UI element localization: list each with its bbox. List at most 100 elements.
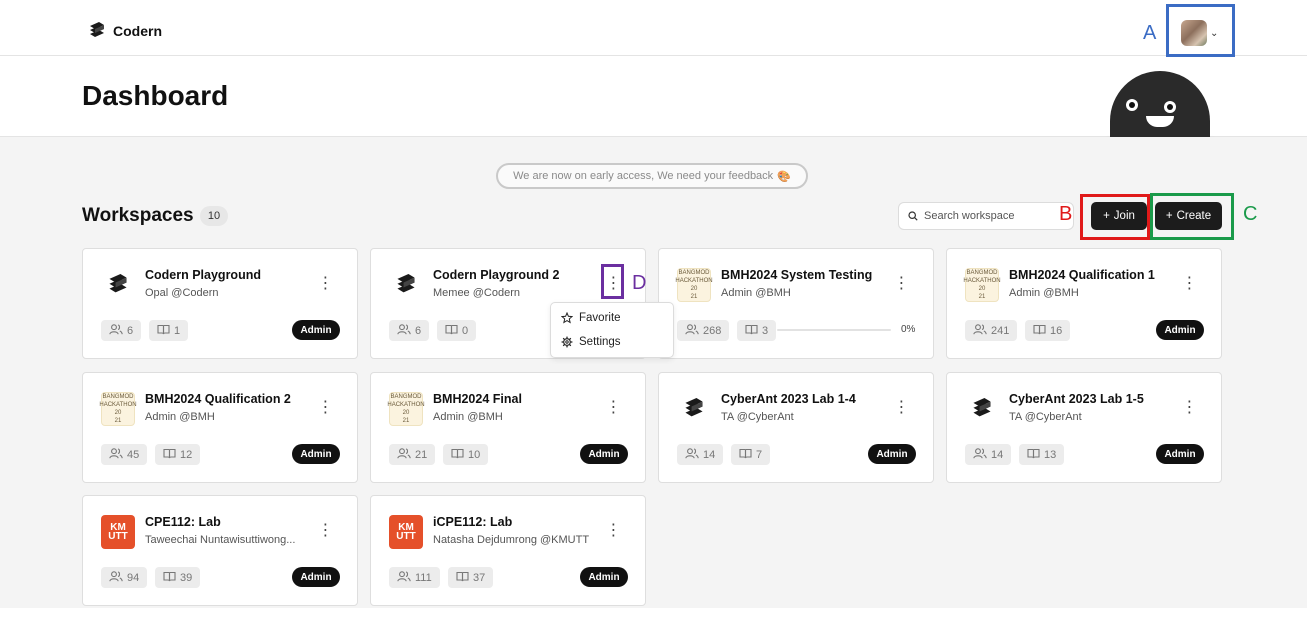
brand-name: Codern	[113, 23, 162, 39]
search-workspace[interactable]	[898, 202, 1074, 230]
more-options-icon[interactable]: ⋮	[1179, 272, 1199, 294]
workspace-owner: Taweechai Nuntawisuttiwong...	[145, 534, 296, 546]
workspace-card[interactable]: BANGMOD HACKATHON 20 21 BMH2024 System Testi…	[658, 248, 934, 359]
problems-count-pill: 13	[1019, 444, 1065, 465]
book-icon	[456, 571, 469, 585]
role-badge: Admin	[292, 320, 340, 340]
members-count-pill: 14	[965, 444, 1012, 465]
users-icon	[109, 323, 123, 338]
search-input[interactable]	[924, 210, 1064, 222]
create-button[interactable]: + Create	[1155, 202, 1222, 230]
workspace-name: Codern Playground 2	[433, 268, 560, 282]
more-options-icon[interactable]: ⋮	[603, 519, 623, 541]
workspaces-heading: Workspaces	[82, 205, 194, 226]
members-count-pill: 14	[677, 444, 724, 465]
menu-item-settings[interactable]: Settings	[561, 333, 621, 351]
more-options-icon[interactable]: ⋮	[315, 272, 335, 294]
more-options-icon[interactable]: ⋮	[315, 519, 335, 541]
workspace-card[interactable]: CyberAnt 2023 Lab 1-5 TA @CyberAnt ⋮ 14 13 Ad…	[946, 372, 1222, 483]
problems-count: 13	[1044, 448, 1057, 461]
more-options-icon[interactable]: ⋮	[891, 396, 911, 418]
members-count: 45	[127, 448, 140, 461]
problems-count: 16	[1050, 324, 1063, 337]
problems-count-pill: 1	[149, 320, 189, 341]
workspace-name: CPE112: Lab	[145, 515, 221, 529]
members-count-pill: 111	[389, 567, 440, 588]
members-count: 14	[703, 448, 716, 461]
more-options-icon[interactable]: ⋮	[1179, 396, 1199, 418]
page-title: Dashboard	[82, 80, 229, 111]
problems-count-pill: 37	[448, 567, 494, 588]
users-icon	[397, 323, 411, 338]
members-count-pill: 45	[101, 444, 148, 465]
role-badge: Admin	[1156, 320, 1204, 340]
workspace-card[interactable]: KM UTT iCPE112: Lab Natasha Dejdumrong @KMU…	[370, 495, 646, 606]
members-count-pill: 6	[389, 320, 430, 341]
users-icon	[973, 447, 987, 462]
workspace-owner: TA @CyberAnt	[1009, 411, 1082, 423]
more-options-icon[interactable]: ⋮	[603, 272, 623, 294]
workspace-logo-codern	[101, 268, 135, 302]
role-badge: Admin	[292, 567, 340, 587]
users-icon	[397, 447, 411, 462]
more-options-icon[interactable]: ⋮	[891, 272, 911, 294]
star-icon	[561, 312, 573, 324]
workspace-logo-bmh: BANGMOD HACKATHON 20 21	[963, 268, 1001, 302]
workspace-owner: TA @CyberAnt	[721, 411, 794, 423]
search-icon	[908, 211, 918, 221]
bmh-logo-text: HACKATHON	[675, 278, 713, 284]
members-count: 241	[991, 324, 1010, 337]
book-icon	[163, 448, 176, 462]
brand[interactable]: Codern	[88, 22, 162, 40]
workspace-logo-codern	[389, 268, 423, 302]
workspace-card[interactable]: BANGMOD HACKATHON 20 21 BMH2024 Qualificatio…	[946, 248, 1222, 359]
mascot-mouth	[1146, 116, 1174, 127]
workspace-name: Codern Playground	[145, 268, 261, 282]
join-button[interactable]: + Join	[1091, 202, 1147, 230]
codern-logo-icon	[90, 22, 104, 37]
users-icon	[685, 323, 699, 338]
book-icon	[157, 324, 170, 338]
bmh-logo-text: 20	[690, 286, 698, 292]
plus-icon: +	[1103, 210, 1110, 222]
problems-count-pill: 10	[443, 444, 489, 465]
bmh-logo-text: BANGMOD	[390, 394, 422, 400]
workspace-owner: Opal @Codern	[145, 287, 219, 299]
palette-emoji: 🎨	[777, 170, 791, 183]
workspace-owner: Memee @Codern	[433, 287, 520, 299]
members-count: 94	[127, 571, 140, 584]
book-icon	[163, 571, 176, 585]
more-options-icon[interactable]: ⋮	[603, 396, 623, 418]
progress-bar	[777, 329, 891, 331]
bmh-logo-text: HACKATHON	[963, 278, 1001, 284]
kmutt-logo-text: UTT	[108, 531, 128, 542]
workspace-card[interactable]: KM UTT CPE112: Lab Taweechai Nuntawisuttiwo…	[82, 495, 358, 606]
problems-count: 1	[174, 324, 181, 337]
bmh-logo-text: 20	[978, 286, 986, 292]
menu-item-favorite[interactable]: Favorite	[561, 309, 621, 327]
members-count-pill: 94	[101, 567, 148, 588]
members-count: 6	[127, 324, 134, 337]
members-count: 268	[703, 324, 722, 337]
user-menu-button[interactable]: ⌄	[1181, 20, 1218, 46]
bmh-logo-text: 21	[690, 294, 698, 300]
workspace-card[interactable]: Codern Playground Opal @Codern ⋮ 6 1 Admin	[82, 248, 358, 359]
problems-count-pill: 12	[155, 444, 201, 465]
role-badge: Admin	[868, 444, 916, 464]
bmh-logo-text: 21	[114, 418, 122, 424]
workspace-logo-bmh: BANGMOD HACKATHON 20 21	[675, 268, 713, 302]
workspace-card[interactable]: BANGMOD HACKATHON 20 21 BMH2024 Qualificatio…	[82, 372, 358, 483]
book-icon	[1033, 324, 1046, 338]
mascot-eye-right	[1164, 101, 1176, 113]
feedback-banner[interactable]: We are now on early access, We need your…	[496, 163, 808, 189]
workspace-card[interactable]: BANGMOD HACKATHON 20 21 BMH2024 Final Admin @…	[370, 372, 646, 483]
problems-count: 3	[762, 324, 769, 337]
bmh-logo-text: HACKATHON	[387, 402, 425, 408]
problems-count: 39	[180, 571, 193, 584]
workspace-owner: Admin @BMH	[145, 411, 215, 423]
more-options-icon[interactable]: ⋮	[315, 396, 335, 418]
role-badge: Admin	[580, 444, 628, 464]
workspace-name: BMH2024 Qualification 2	[145, 392, 291, 406]
mascot-eye-left	[1126, 99, 1138, 111]
workspace-card[interactable]: CyberAnt 2023 Lab 1-4 TA @CyberAnt ⋮ 14 7 Adm…	[658, 372, 934, 483]
